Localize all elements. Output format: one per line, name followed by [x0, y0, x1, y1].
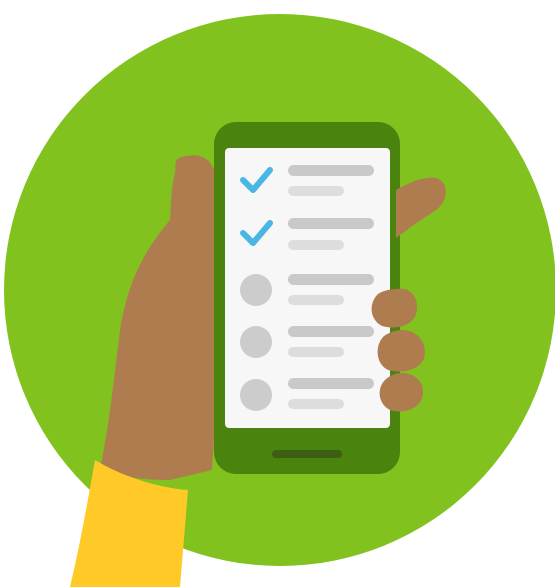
circle-icon — [240, 274, 272, 306]
finger-tip-1 — [371, 288, 418, 328]
item-subtitle-placeholder — [288, 399, 344, 409]
item-subtitle-placeholder — [288, 347, 344, 357]
finger-tip-2 — [377, 330, 425, 372]
item-title-placeholder — [288, 326, 374, 337]
item-title-placeholder — [288, 218, 374, 229]
phone-home-bar — [272, 450, 342, 458]
hand-holding-phone-illustration — [4, 14, 555, 587]
circle-icon — [240, 326, 272, 358]
illustration-canvas — [0, 0, 555, 587]
item-title-placeholder — [288, 274, 374, 285]
circle-icon — [240, 379, 272, 411]
item-title-placeholder — [288, 165, 374, 176]
item-title-placeholder — [288, 378, 374, 389]
item-subtitle-placeholder — [288, 186, 344, 196]
item-subtitle-placeholder — [288, 240, 344, 250]
item-subtitle-placeholder — [288, 295, 344, 305]
